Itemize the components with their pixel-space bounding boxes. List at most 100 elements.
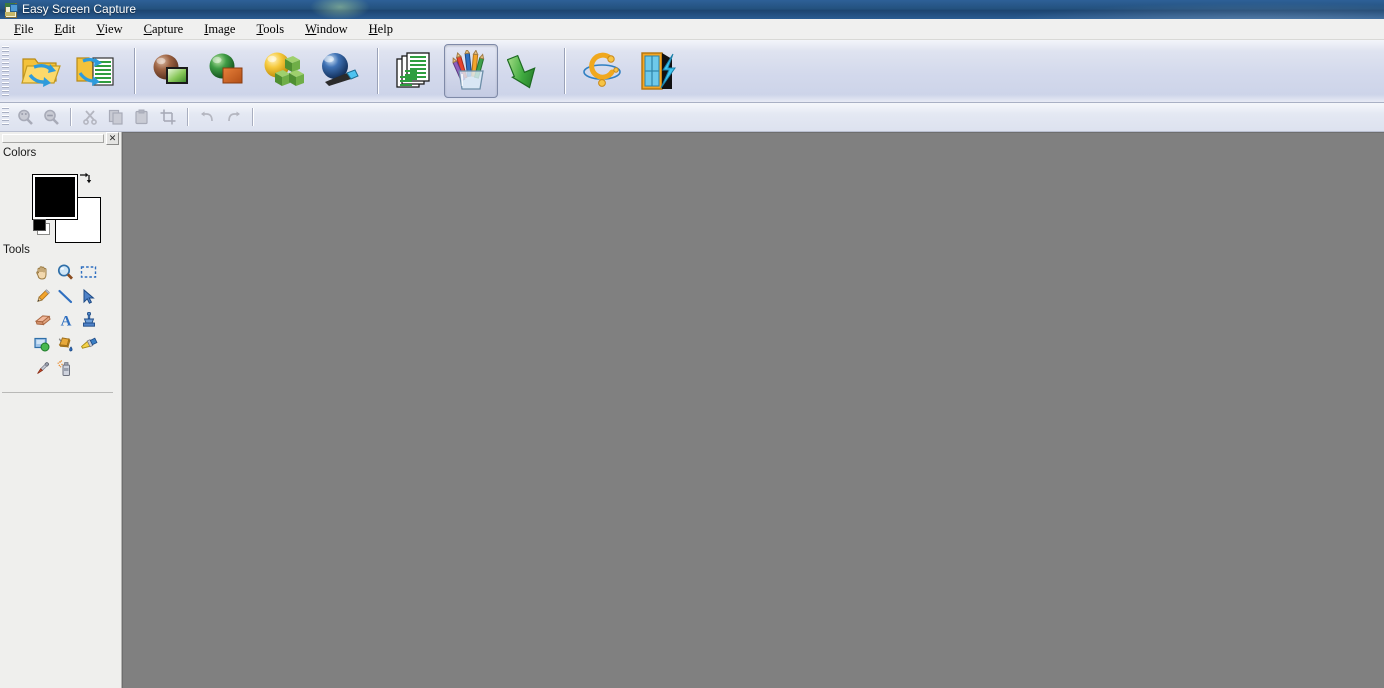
title-bar-glow bbox=[310, 0, 370, 19]
capture-region-button[interactable] bbox=[145, 44, 199, 98]
paintbrush-icon bbox=[80, 337, 98, 352]
cursor-arrow-icon bbox=[80, 288, 97, 305]
copy-icon bbox=[108, 109, 124, 125]
copy-button[interactable] bbox=[103, 105, 129, 129]
redo-arrow-icon bbox=[225, 110, 242, 124]
green-down-arrow-icon bbox=[507, 50, 547, 92]
scissors-icon bbox=[82, 109, 98, 125]
menu-help[interactable]: Help bbox=[359, 20, 404, 39]
zoom-out-icon bbox=[43, 109, 60, 126]
spray-can-icon bbox=[57, 359, 74, 377]
tool-stamp[interactable] bbox=[76, 308, 101, 332]
colors-panel-title: Colors bbox=[3, 147, 37, 159]
hand-icon bbox=[34, 264, 51, 281]
toolbar-separator bbox=[134, 48, 135, 94]
zoom-in-button[interactable] bbox=[12, 105, 38, 129]
menu-edit[interactable]: Edit bbox=[44, 20, 86, 39]
colors-panel bbox=[0, 161, 121, 243]
marquee-select-icon bbox=[80, 265, 97, 279]
capture-pages-button[interactable] bbox=[388, 44, 442, 98]
reset-colors-icon[interactable] bbox=[33, 219, 50, 235]
drawing-tools-button[interactable] bbox=[444, 44, 498, 98]
open-file-button[interactable] bbox=[14, 44, 68, 98]
toolbar-separator bbox=[564, 48, 565, 94]
pencil-cup-icon bbox=[450, 50, 492, 92]
sub-toolbar-separator bbox=[187, 108, 188, 126]
secondary-toolbar bbox=[0, 103, 1384, 132]
menu-tools[interactable]: Tools bbox=[246, 20, 295, 39]
menu-window[interactable]: Window bbox=[295, 20, 359, 39]
swap-arrows-icon[interactable] bbox=[78, 171, 92, 185]
toolbar-grip[interactable] bbox=[2, 46, 9, 96]
capture-objects-button[interactable] bbox=[257, 44, 311, 98]
stacked-documents-icon bbox=[394, 50, 436, 92]
title-bar[interactable]: Easy Screen Capture bbox=[0, 0, 1384, 19]
capture-object-button[interactable] bbox=[201, 44, 255, 98]
orb-orbit-icon bbox=[581, 50, 623, 92]
undo-arrow-icon bbox=[199, 110, 216, 124]
menu-image[interactable]: Image bbox=[194, 20, 246, 39]
tool-zoom[interactable] bbox=[53, 260, 78, 284]
sphere-rectangle-icon bbox=[150, 51, 194, 91]
svg-text:A: A bbox=[60, 314, 71, 329]
tool-sidebar: ✕ Colors Tools A bbox=[0, 131, 122, 688]
tool-pointer[interactable] bbox=[76, 284, 101, 308]
undo-button[interactable] bbox=[194, 105, 220, 129]
sphere-wand-icon bbox=[317, 51, 363, 91]
secondary-toolbar-grip[interactable] bbox=[2, 107, 9, 127]
zoom-in-icon bbox=[17, 109, 34, 126]
menu-view[interactable]: View bbox=[86, 20, 133, 39]
magnifier-icon bbox=[57, 263, 74, 281]
eyedropper-icon bbox=[34, 360, 51, 377]
sphere-square-icon bbox=[206, 51, 250, 91]
line-icon bbox=[57, 288, 74, 305]
foreground-color-swatch[interactable] bbox=[32, 174, 78, 220]
paste-button[interactable] bbox=[129, 105, 155, 129]
folder-open-arrow-icon bbox=[20, 51, 62, 91]
tool-text[interactable]: A bbox=[53, 308, 78, 332]
app-document-icon bbox=[4, 2, 18, 18]
application-window: Easy Screen Capture File Edit View Captu… bbox=[0, 0, 1384, 688]
tool-spray[interactable] bbox=[53, 356, 78, 380]
tool-hand[interactable] bbox=[30, 260, 55, 284]
eraser-icon bbox=[34, 313, 52, 327]
clone-stamp-icon bbox=[81, 311, 97, 329]
menu-capture[interactable]: Capture bbox=[134, 20, 195, 39]
text-a-icon: A bbox=[58, 312, 74, 329]
tool-eraser[interactable] bbox=[30, 308, 55, 332]
capture-scroll-button[interactable] bbox=[500, 44, 554, 98]
sidebar-divider bbox=[2, 392, 113, 393]
exit-button[interactable] bbox=[631, 44, 685, 98]
panel-drag-handle[interactable]: ✕ bbox=[0, 131, 121, 145]
cut-button[interactable] bbox=[77, 105, 103, 129]
folder-document-refresh-icon bbox=[75, 51, 119, 91]
crop-button[interactable] bbox=[155, 105, 181, 129]
capture-cursor-button[interactable] bbox=[313, 44, 367, 98]
menu-bar: File Edit View Capture Image Tools Windo… bbox=[0, 19, 1384, 40]
tools-panel-title: Tools bbox=[3, 244, 30, 256]
tool-eyedropper[interactable] bbox=[30, 356, 55, 380]
sub-toolbar-separator bbox=[252, 108, 253, 126]
window-title: Easy Screen Capture bbox=[22, 2, 137, 16]
door-exit-icon bbox=[637, 50, 679, 92]
menu-file[interactable]: File bbox=[4, 20, 44, 39]
close-icon[interactable]: ✕ bbox=[106, 131, 119, 145]
tool-line[interactable] bbox=[53, 284, 78, 308]
workspace: ✕ Colors Tools A bbox=[0, 131, 1384, 688]
tool-shape[interactable] bbox=[30, 332, 55, 356]
crop-icon bbox=[160, 109, 176, 125]
zoom-out-button[interactable] bbox=[38, 105, 64, 129]
tool-pencil[interactable] bbox=[30, 284, 55, 308]
shape-image-icon bbox=[34, 337, 51, 352]
settings-button[interactable] bbox=[575, 44, 629, 98]
canvas-area[interactable] bbox=[122, 132, 1384, 688]
tool-select[interactable] bbox=[76, 260, 101, 284]
tool-brush[interactable] bbox=[76, 332, 101, 356]
paint-bucket-icon bbox=[57, 336, 74, 353]
redo-button[interactable] bbox=[220, 105, 246, 129]
tool-fill[interactable] bbox=[53, 332, 78, 356]
toolbar-separator bbox=[377, 48, 378, 94]
tools-palette: A bbox=[30, 260, 121, 380]
open-recent-button[interactable] bbox=[70, 44, 124, 98]
sub-toolbar-separator bbox=[70, 108, 71, 126]
